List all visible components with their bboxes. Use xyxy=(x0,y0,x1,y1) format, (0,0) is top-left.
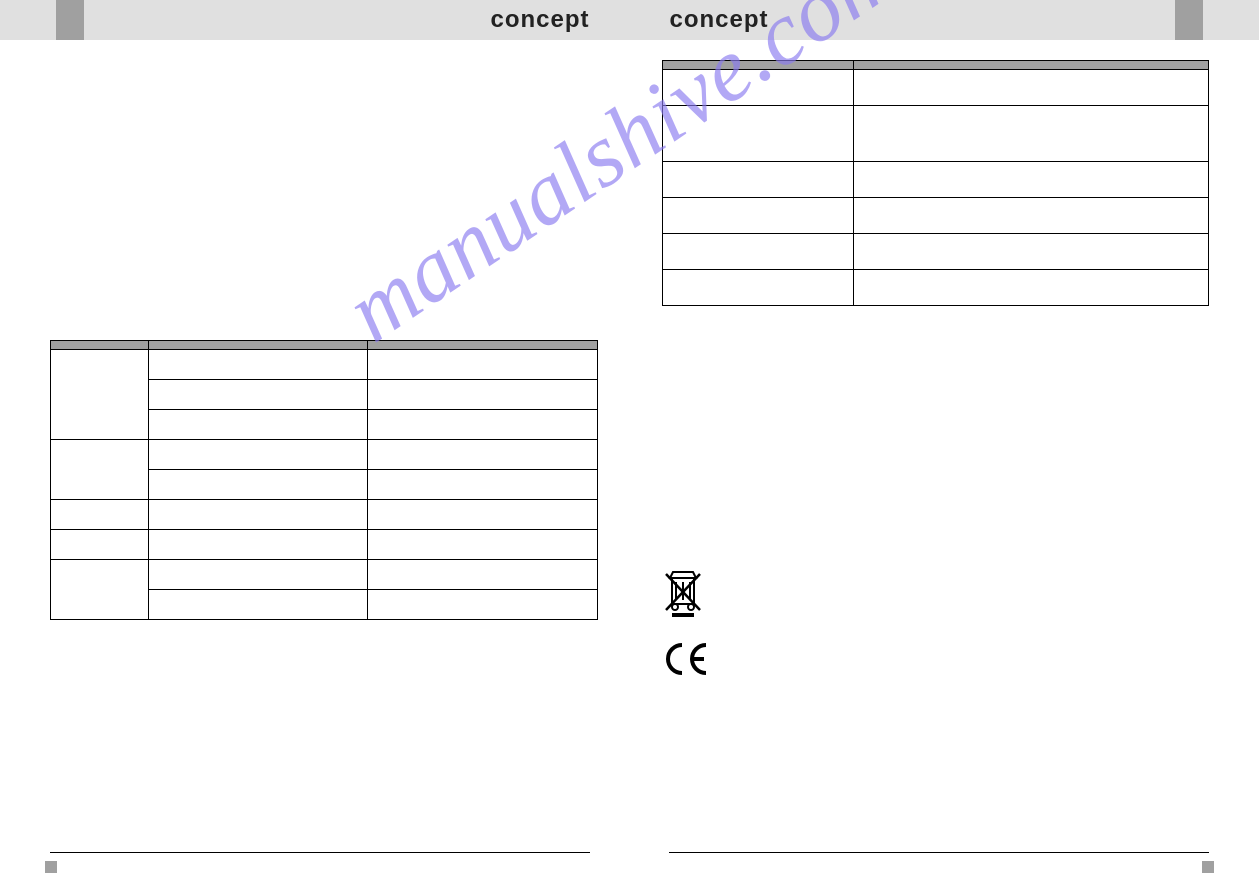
col-header xyxy=(149,341,368,350)
table-header-row xyxy=(51,341,598,350)
table-row xyxy=(662,70,1209,106)
cell xyxy=(149,410,368,440)
header-bar: concept concept xyxy=(0,0,1259,40)
cell xyxy=(367,470,597,500)
cell xyxy=(853,162,1208,198)
cell xyxy=(662,70,853,106)
header-accent-right xyxy=(1175,0,1203,40)
header-accent-left xyxy=(56,0,84,40)
brand-right: concept xyxy=(670,6,769,34)
cell xyxy=(51,350,149,440)
cell xyxy=(367,350,597,380)
cell xyxy=(367,440,597,470)
cell xyxy=(149,440,368,470)
cell xyxy=(367,410,597,440)
col-header xyxy=(853,61,1208,70)
table-row xyxy=(51,500,598,530)
cell xyxy=(367,380,597,410)
table-row xyxy=(662,234,1209,270)
cell xyxy=(662,270,853,306)
cell xyxy=(853,70,1208,106)
cell xyxy=(149,590,368,620)
col-header xyxy=(51,341,149,350)
table-row xyxy=(662,162,1209,198)
cell xyxy=(149,560,368,590)
cell xyxy=(662,162,853,198)
cell xyxy=(367,590,597,620)
table-row xyxy=(51,440,598,470)
cell xyxy=(51,530,149,560)
cell xyxy=(853,270,1208,306)
cell xyxy=(149,380,368,410)
cell xyxy=(149,500,368,530)
cell xyxy=(367,560,597,590)
cell xyxy=(853,198,1208,234)
cell xyxy=(662,106,853,162)
compliance-icons xyxy=(662,566,1210,682)
col-header xyxy=(367,341,597,350)
cell xyxy=(149,470,368,500)
cell xyxy=(367,500,597,530)
cell xyxy=(149,530,368,560)
footer-accent-right xyxy=(1202,861,1214,873)
ce-mark-icon xyxy=(662,641,1210,682)
footer-rule-left xyxy=(50,852,590,853)
table-row xyxy=(51,560,598,590)
table-header-row xyxy=(662,61,1209,70)
cell xyxy=(853,106,1208,162)
table-row xyxy=(51,350,598,380)
page-left xyxy=(0,40,630,722)
cell xyxy=(662,234,853,270)
table-row xyxy=(662,270,1209,306)
cell xyxy=(662,198,853,234)
cell xyxy=(51,560,149,620)
weee-crossed-bin-icon xyxy=(662,566,1210,623)
page-right xyxy=(630,40,1259,722)
cell xyxy=(149,350,368,380)
cell xyxy=(853,234,1208,270)
table-row xyxy=(662,198,1209,234)
page-spread xyxy=(0,40,1259,722)
table-row xyxy=(51,530,598,560)
left-table xyxy=(50,340,598,620)
cell xyxy=(367,530,597,560)
table-row xyxy=(662,106,1209,162)
right-table xyxy=(662,60,1210,306)
cell xyxy=(51,440,149,500)
cell xyxy=(51,500,149,530)
col-header xyxy=(662,61,853,70)
footer-accent-left xyxy=(45,861,57,873)
footer-rule-right xyxy=(669,852,1209,853)
brand-left: concept xyxy=(490,6,589,34)
